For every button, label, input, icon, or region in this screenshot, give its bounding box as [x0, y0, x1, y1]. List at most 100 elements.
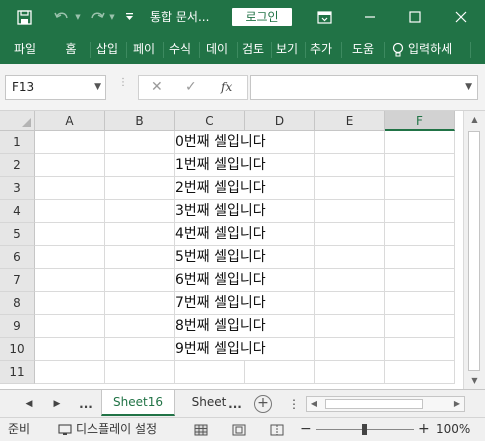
cell-a3[interactable] — [35, 177, 105, 200]
cell-c11[interactable] — [175, 361, 245, 384]
cell-f2[interactable] — [385, 154, 455, 177]
worksheet-grid[interactable]: A B C D E F 1 0번째 셀입니다 2 1번째 셀입니다 3 2번째 셀입니다 4 3번째 셀입… — [0, 111, 463, 389]
column-header-e[interactable]: E — [315, 111, 385, 131]
cell-a2[interactable] — [35, 154, 105, 177]
login-button[interactable]: 로그인 — [232, 8, 292, 26]
cell-e6[interactable] — [315, 246, 385, 269]
cell-b9[interactable] — [105, 315, 175, 338]
expand-formula-icon[interactable]: ▼ — [465, 76, 472, 99]
scroll-up-icon[interactable]: ▲ — [464, 111, 485, 128]
scroll-left-icon[interactable]: ◀ — [307, 397, 321, 411]
add-sheet-button[interactable]: + — [254, 395, 272, 413]
cell-a7[interactable] — [35, 269, 105, 292]
minimize-icon[interactable] — [358, 0, 382, 34]
vertical-scrollbar[interactable]: ▲ ▼ — [463, 111, 485, 389]
zoom-slider[interactable] — [316, 418, 414, 441]
row-header-8[interactable]: 8 — [0, 292, 35, 315]
cell-e8[interactable] — [315, 292, 385, 315]
close-icon[interactable] — [449, 0, 473, 34]
customize-icon[interactable] — [122, 0, 136, 34]
tab-view[interactable]: 보기 — [272, 34, 302, 64]
redo-dropdown-icon[interactable]: ▼ — [108, 0, 116, 34]
tab-help[interactable]: 도움 — [344, 34, 382, 64]
cell-b11[interactable] — [105, 361, 175, 384]
row-header-11[interactable]: 11 — [0, 361, 35, 384]
cell-e5[interactable] — [315, 223, 385, 246]
cell-a6[interactable] — [35, 246, 105, 269]
page-break-preview-icon[interactable] — [270, 418, 284, 441]
tab-home[interactable]: 홈 — [56, 34, 86, 64]
chevron-down-icon[interactable]: ▼ — [94, 76, 101, 99]
cell-b6[interactable] — [105, 246, 175, 269]
tab-formulas[interactable]: 수식 — [164, 34, 196, 64]
cell-d11[interactable] — [245, 361, 315, 384]
tab-review[interactable]: 검토 — [238, 34, 268, 64]
cell-e2[interactable] — [315, 154, 385, 177]
cell-f1[interactable] — [385, 131, 455, 154]
ribbon-display-icon[interactable] — [312, 0, 336, 34]
cell-b8[interactable] — [105, 292, 175, 315]
maximize-icon[interactable] — [403, 0, 427, 34]
cell-a11[interactable] — [35, 361, 105, 384]
sheet-tab-active[interactable]: Sheet16 — [101, 390, 175, 416]
column-header-d[interactable]: D — [245, 111, 315, 131]
zoom-level[interactable]: 100% — [436, 418, 470, 441]
cell-a9[interactable] — [35, 315, 105, 338]
horizontal-scrollbar[interactable]: ◀ ▶ — [306, 396, 465, 412]
undo-icon[interactable] — [50, 0, 74, 34]
row-header-7[interactable]: 7 — [0, 269, 35, 292]
cell-e9[interactable] — [315, 315, 385, 338]
cell-e3[interactable] — [315, 177, 385, 200]
cell-a10[interactable] — [35, 338, 105, 361]
tab-add-ins[interactable]: 추가 — [306, 34, 336, 64]
tab-split-handle[interactable]: ⋮ — [288, 390, 300, 418]
more-sheets-left[interactable]: ... — [76, 390, 96, 418]
cell-b1[interactable] — [105, 131, 175, 154]
column-header-b[interactable]: B — [105, 111, 175, 131]
column-header-a[interactable]: A — [35, 111, 105, 131]
tab-data[interactable]: 데이 — [200, 34, 234, 64]
cell-b3[interactable] — [105, 177, 175, 200]
undo-dropdown-icon[interactable]: ▼ — [74, 0, 82, 34]
cell-f9[interactable] — [385, 315, 455, 338]
cell-a1[interactable] — [35, 131, 105, 154]
cell-f5[interactable] — [385, 223, 455, 246]
cell-b4[interactable] — [105, 200, 175, 223]
cancel-icon[interactable]: ✕ — [151, 76, 163, 99]
row-header-3[interactable]: 3 — [0, 177, 35, 200]
insert-function-icon[interactable]: fx — [221, 76, 232, 99]
cell-e4[interactable] — [315, 200, 385, 223]
cell-e11[interactable] — [315, 361, 385, 384]
row-header-4[interactable]: 4 — [0, 200, 35, 223]
cell-f4[interactable] — [385, 200, 455, 223]
cell-e1[interactable] — [315, 131, 385, 154]
zoom-in-button[interactable]: + — [418, 418, 430, 441]
cell-e10[interactable] — [315, 338, 385, 361]
tell-me-input[interactable]: 입력하세 — [408, 34, 460, 64]
cell-b7[interactable] — [105, 269, 175, 292]
name-box[interactable]: F13 ▼ — [5, 75, 106, 100]
cell-f3[interactable] — [385, 177, 455, 200]
cell-f11[interactable] — [385, 361, 455, 384]
cell-b10[interactable] — [105, 338, 175, 361]
column-header-f[interactable]: F — [385, 111, 455, 131]
cell-f10[interactable] — [385, 338, 455, 361]
cell-a4[interactable] — [35, 200, 105, 223]
cell-f7[interactable] — [385, 269, 455, 292]
previous-sheet-icon[interactable]: ◀ — [22, 390, 36, 418]
vertical-scroll-thumb[interactable] — [468, 131, 480, 371]
row-header-6[interactable]: 6 — [0, 246, 35, 269]
cell-b5[interactable] — [105, 223, 175, 246]
row-header-1[interactable]: 1 — [0, 131, 35, 154]
row-header-10[interactable]: 10 — [0, 338, 35, 361]
save-icon[interactable] — [14, 0, 34, 34]
cell-f6[interactable] — [385, 246, 455, 269]
page-layout-view-icon[interactable] — [232, 418, 246, 441]
scroll-right-icon[interactable]: ▶ — [450, 397, 464, 411]
cell-e7[interactable] — [315, 269, 385, 292]
tab-page-layout[interactable]: 페이 — [128, 34, 160, 64]
formula-input[interactable]: ▼ — [250, 75, 478, 100]
tab-file[interactable]: 파일 — [8, 34, 42, 64]
normal-view-icon[interactable] — [194, 418, 208, 441]
row-header-2[interactable]: 2 — [0, 154, 35, 177]
